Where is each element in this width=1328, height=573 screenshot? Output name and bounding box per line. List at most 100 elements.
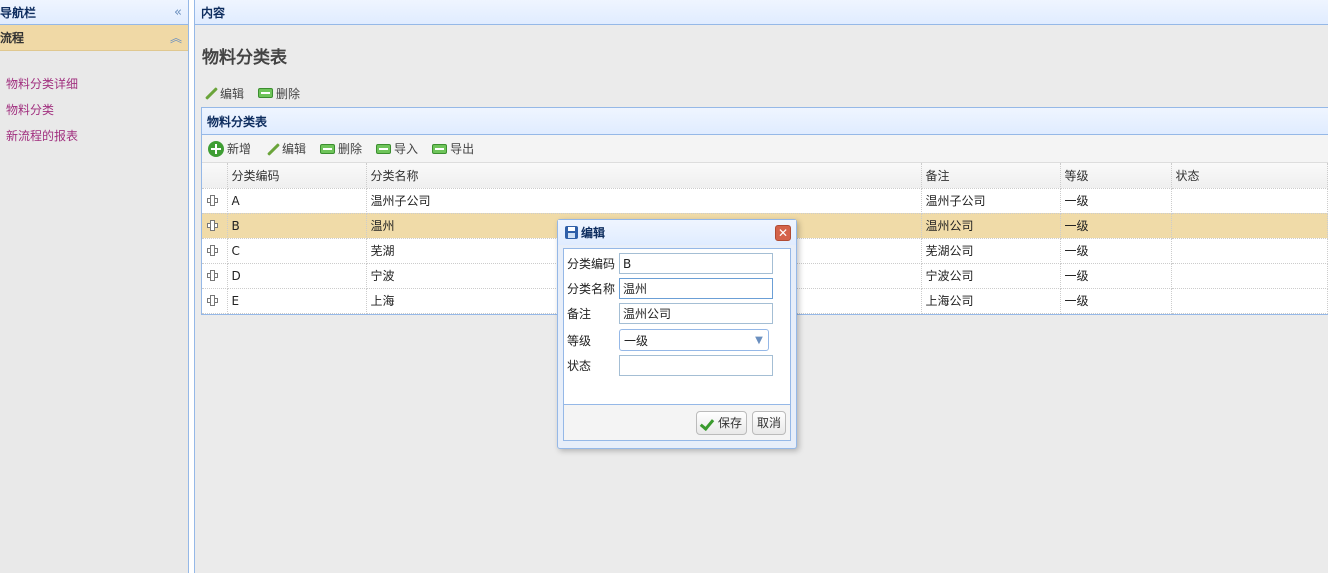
cell-level: 一级 xyxy=(1060,263,1172,289)
top-edit-button[interactable]: 编辑 xyxy=(203,83,244,103)
column-header-level[interactable]: 等级 xyxy=(1060,163,1172,189)
column-header-name[interactable]: 分类名称 xyxy=(366,163,922,189)
import-icon xyxy=(376,143,392,154)
column-header-status[interactable]: 状态 xyxy=(1171,163,1328,189)
form-row-level: 等级 一级 ▼ xyxy=(567,329,769,351)
dialog-header[interactable]: 编辑 ✕ xyxy=(558,220,796,245)
edit-dialog: 编辑 ✕ 分类编码 B 分类名称 温州 备注 温州公司 等级 一级 ▼ 状态 保… xyxy=(557,219,797,449)
content-title: 内容 xyxy=(201,5,226,20)
double-chevron-up-icon[interactable]: ︽ xyxy=(170,29,182,46)
top-edit-label: 编辑 xyxy=(220,86,245,101)
chevron-down-icon[interactable]: ▼ xyxy=(750,330,768,350)
cell-status xyxy=(1171,213,1328,239)
export-icon xyxy=(432,143,448,154)
expand-plus-icon[interactable] xyxy=(206,294,218,306)
checkmark-icon xyxy=(701,417,715,429)
level-select-value: 一级 xyxy=(624,333,649,348)
form-row-code: 分类编码 B xyxy=(567,253,773,274)
cell-code: D xyxy=(227,263,367,289)
cell-status xyxy=(1171,188,1328,214)
page-title: 物料分类表 xyxy=(202,48,287,68)
import-label: 导入 xyxy=(394,142,419,156)
cell-status xyxy=(1171,263,1328,289)
expand-plus-icon[interactable] xyxy=(206,194,218,206)
cell-remark: 芜湖公司 xyxy=(921,238,1061,264)
dialog-footer: 保存 取消 xyxy=(563,405,791,441)
code-label: 分类编码 xyxy=(567,257,616,271)
top-toolbar: 编辑 删除 xyxy=(203,83,300,103)
name-label: 分类名称 xyxy=(567,282,616,296)
cell-level: 一级 xyxy=(1060,188,1172,214)
cancel-button[interactable]: 取消 xyxy=(751,410,786,435)
datagrid-toolbar: 新增 编辑 删除 导入 导出 xyxy=(202,135,1328,163)
dialog-title: 编辑 xyxy=(581,226,606,240)
nav-item-material-category[interactable]: 物料分类 xyxy=(0,97,188,123)
expand-plus-icon[interactable] xyxy=(206,219,218,231)
add-label: 新增 xyxy=(227,142,252,156)
accordion-title: 流程 xyxy=(0,31,25,45)
column-header-remark[interactable]: 备注 xyxy=(921,163,1061,189)
cell-code: C xyxy=(227,238,367,264)
export-label: 导出 xyxy=(450,142,475,156)
delete-label: 删除 xyxy=(338,142,363,156)
close-icon[interactable]: ✕ xyxy=(775,224,791,241)
cell-level: 一级 xyxy=(1060,213,1172,239)
table-row[interactable]: A 温州子公司 温州子公司 一级 xyxy=(202,188,1328,214)
cell-status xyxy=(1171,288,1328,314)
minus-icon xyxy=(320,143,336,154)
remark-label: 备注 xyxy=(567,307,592,321)
edit-button[interactable]: 编辑 xyxy=(265,139,306,159)
delete-button[interactable]: 删除 xyxy=(320,139,362,159)
top-delete-label: 删除 xyxy=(276,86,301,101)
form-row-status: 状态 xyxy=(567,355,773,376)
nav-list: 物料分类详细 物料分类 新流程的报表 xyxy=(0,51,188,149)
status-field[interactable] xyxy=(619,355,773,376)
cell-code: B xyxy=(227,213,367,239)
sidebar: 导航栏 « 流程 ︽ 物料分类详细 物料分类 新流程的报表 xyxy=(0,0,189,573)
name-field[interactable]: 温州 xyxy=(619,278,773,299)
accordion-header-flow[interactable]: 流程 ︽ xyxy=(0,25,188,51)
dialog-form: 分类编码 B 分类名称 温州 备注 温州公司 等级 一级 ▼ 状态 xyxy=(563,248,791,405)
import-button[interactable]: 导入 xyxy=(376,139,418,159)
form-row-name: 分类名称 温州 xyxy=(567,278,773,299)
cell-remark: 上海公司 xyxy=(921,288,1061,314)
dialog-title-wrap: 编辑 xyxy=(565,224,605,241)
cell-status xyxy=(1171,238,1328,264)
level-label: 等级 xyxy=(567,333,592,348)
edit-label: 编辑 xyxy=(282,142,307,156)
code-field[interactable]: B xyxy=(619,253,773,274)
table-header-row: 分类编码 分类名称 备注 等级 状态 xyxy=(202,163,1328,189)
expand-plus-icon[interactable] xyxy=(206,269,218,281)
sidebar-header: 导航栏 « xyxy=(0,0,188,25)
remark-field[interactable]: 温州公司 xyxy=(619,303,773,324)
export-button[interactable]: 导出 xyxy=(432,139,474,159)
status-label: 状态 xyxy=(567,359,592,373)
form-row-remark: 备注 温州公司 xyxy=(567,303,773,324)
content-header: 内容 xyxy=(195,0,1328,25)
save-button[interactable]: 保存 xyxy=(695,410,747,435)
cell-remark: 宁波公司 xyxy=(921,263,1061,289)
level-select[interactable]: 一级 ▼ xyxy=(619,329,769,351)
minus-icon xyxy=(258,88,274,98)
top-delete-button[interactable]: 删除 xyxy=(258,83,300,103)
pencil-icon xyxy=(203,86,217,100)
add-button[interactable]: 新增 xyxy=(208,139,251,159)
datagrid-title: 物料分类表 xyxy=(202,108,1328,135)
pencil-icon xyxy=(265,142,279,156)
column-header-code[interactable]: 分类编码 xyxy=(227,163,367,189)
nav-item-material-category-detail[interactable]: 物料分类详细 xyxy=(0,71,188,97)
cancel-label: 取消 xyxy=(756,416,781,430)
cell-remark: 温州子公司 xyxy=(921,188,1061,214)
nav-item-new-flow-report[interactable]: 新流程的报表 xyxy=(0,123,188,149)
double-chevron-left-icon[interactable]: « xyxy=(174,5,182,20)
save-icon xyxy=(565,226,578,239)
cell-remark: 温州公司 xyxy=(921,213,1061,239)
expander-header xyxy=(202,163,228,189)
cell-code: E xyxy=(227,288,367,314)
cell-name: 温州子公司 xyxy=(366,188,922,214)
sidebar-title: 导航栏 xyxy=(0,5,37,20)
save-label: 保存 xyxy=(717,416,742,430)
cell-level: 一级 xyxy=(1060,238,1172,264)
cell-level: 一级 xyxy=(1060,288,1172,314)
expand-plus-icon[interactable] xyxy=(206,244,218,256)
